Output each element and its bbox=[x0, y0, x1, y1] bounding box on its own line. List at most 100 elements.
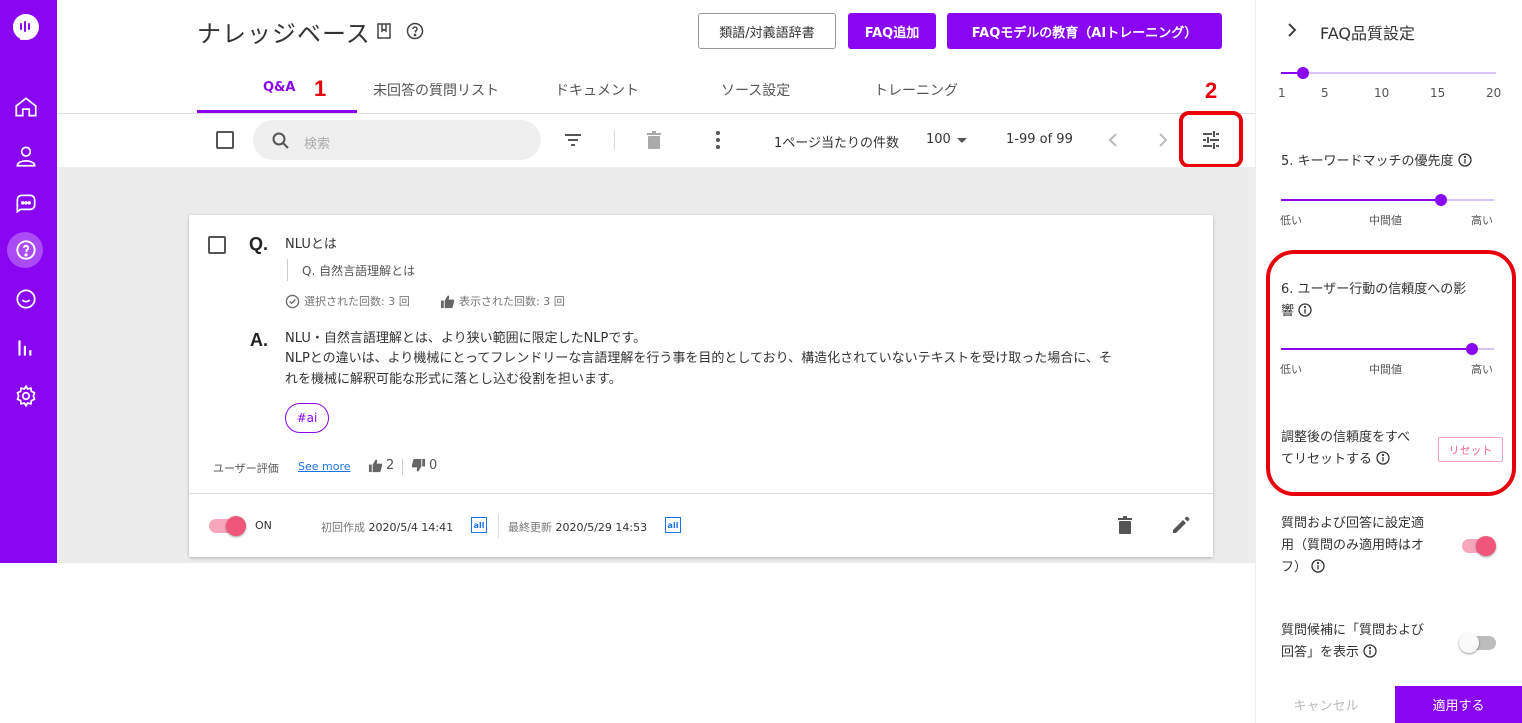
selected-count-stat: 選択された回数: 3 回 bbox=[285, 293, 410, 309]
panel-title: FAQ品質設定 bbox=[1320, 24, 1415, 43]
status-label: ON bbox=[255, 519, 272, 532]
card-delete-icon[interactable] bbox=[1114, 514, 1136, 536]
prev-page-icon[interactable] bbox=[1104, 130, 1124, 150]
answer-line-2: NLPとの違いは、より機械にとってフレンドリーな言語理解を行う事を目的としており… bbox=[285, 351, 1112, 366]
tab-training[interactable]: トレーニング bbox=[874, 80, 958, 100]
keyword-slider-track bbox=[1441, 199, 1494, 201]
cancel-button[interactable]: キャンセル bbox=[1257, 686, 1395, 723]
per-page-label: 1ページ当たりの件数 bbox=[774, 136, 900, 151]
rating-divider bbox=[402, 459, 403, 475]
annotation-2: 2 bbox=[1205, 78, 1218, 103]
thumbs-up-icon bbox=[440, 294, 455, 308]
apply-both-label-2: 用（質問のみ適用時はオ bbox=[1281, 538, 1425, 553]
card-edit-icon[interactable] bbox=[1170, 514, 1192, 536]
annotation-highlight-3 bbox=[1266, 250, 1516, 496]
high-label: 高い bbox=[1471, 214, 1493, 227]
apply-both-label-3: フ） bbox=[1281, 557, 1325, 579]
shown-count-stat: 表示された回数: 3 回 bbox=[440, 293, 565, 309]
page-title: ナレッジベース bbox=[197, 20, 371, 48]
created-meta: 初回作成 2020/5/4 14:41 bbox=[321, 519, 453, 535]
updated-label: 最終更新 bbox=[508, 521, 552, 534]
info-icon bbox=[1363, 644, 1377, 658]
check-circle-icon bbox=[285, 294, 300, 308]
tab-documents[interactable]: ドキュメント bbox=[555, 80, 639, 100]
annotation-highlight-2 bbox=[1179, 111, 1243, 168]
annotation-1: 1 bbox=[314, 76, 327, 101]
info-icon bbox=[1311, 559, 1325, 573]
low-label: 低い bbox=[1280, 214, 1302, 227]
pagination-range: 1-99 of 99 bbox=[1006, 132, 1073, 147]
top-slider-track bbox=[1303, 72, 1496, 74]
tab-qa[interactable]: Q&A bbox=[263, 80, 295, 95]
created-label: 初回作成 bbox=[321, 521, 365, 534]
see-more-link[interactable]: See more bbox=[298, 460, 351, 473]
help-icon[interactable] bbox=[406, 22, 424, 40]
chat-icon[interactable] bbox=[13, 191, 39, 217]
search-icon bbox=[271, 131, 291, 151]
conversation-icon[interactable] bbox=[13, 286, 39, 312]
show-candidates-text: 回答」を表示 bbox=[1281, 645, 1360, 660]
user-rating-label: ユーザー評価 bbox=[213, 462, 279, 475]
chevron-right-icon[interactable] bbox=[1284, 21, 1300, 39]
thumbs-up-rating: 2 bbox=[368, 458, 394, 473]
keyword-priority-text: 5. キーワードマッチの優先度 bbox=[1281, 154, 1454, 169]
created-date: 2020/5/4 14:41 bbox=[368, 521, 454, 534]
updated-all-badge: all bbox=[665, 517, 681, 533]
tick-label: 1 bbox=[1278, 86, 1286, 100]
keyword-slider-thumb[interactable] bbox=[1435, 194, 1447, 206]
faq-add-button[interactable]: FAQ追加 bbox=[848, 13, 936, 49]
faq-ai-training-button[interactable]: FAQモデルの教育（AIトレーニング） bbox=[947, 13, 1222, 49]
tick-label: 20 bbox=[1486, 86, 1502, 100]
more-options-icon[interactable] bbox=[707, 129, 729, 151]
synonym-dictionary-button[interactable]: 類語/対義語辞書 bbox=[698, 13, 836, 49]
updated-date: 2020/5/29 14:53 bbox=[555, 521, 648, 534]
answer-mark-label: A. bbox=[250, 330, 268, 350]
app-logo-icon[interactable] bbox=[11, 12, 41, 42]
user-icon[interactable] bbox=[13, 143, 39, 169]
show-candidates-label-1: 質問候補に「質問および bbox=[1281, 623, 1425, 638]
knowledge-base-icon[interactable] bbox=[13, 237, 39, 263]
bookmark-icon[interactable] bbox=[375, 22, 393, 40]
apply-both-text: フ） bbox=[1281, 560, 1308, 575]
show-candidates-label-2: 回答」を表示 bbox=[1281, 642, 1377, 664]
tick-label: 5 bbox=[1321, 86, 1329, 100]
settings-gear-icon[interactable] bbox=[13, 383, 39, 409]
apply-both-toggle-knob[interactable] bbox=[1476, 536, 1496, 556]
filter-icon[interactable] bbox=[562, 129, 584, 151]
tab-unanswered-questions[interactable]: 未回答の質問リスト bbox=[373, 80, 499, 100]
apply-both-label-1: 質問および回答に設定適 bbox=[1281, 516, 1425, 531]
thumbs-up-icon bbox=[368, 459, 383, 473]
status-toggle-knob[interactable] bbox=[226, 516, 246, 536]
alt-question: Q. 自然言語理解とは bbox=[302, 264, 416, 278]
tab-source-settings[interactable]: ソース設定 bbox=[721, 80, 790, 100]
thumbs-up-count: 2 bbox=[386, 458, 395, 473]
thumbs-down-icon bbox=[411, 458, 426, 472]
search-input[interactable] bbox=[253, 120, 541, 160]
answer-line-1: NLU・自然言語理解とは、より狭い範囲に限定したNLPです。 bbox=[285, 331, 647, 346]
question-mark-label: Q. bbox=[249, 234, 269, 254]
tag-chip[interactable]: #ai bbox=[285, 403, 329, 433]
per-page-select[interactable]: 100 bbox=[926, 132, 951, 147]
alt-question-bar bbox=[287, 259, 288, 281]
answer-line-3: れを機械に解釈可能な形式に落とし込む役割を担います。 bbox=[285, 372, 622, 387]
card-checkbox[interactable] bbox=[208, 236, 226, 254]
next-page-icon[interactable] bbox=[1152, 130, 1172, 150]
thumbs-down-count: 0 bbox=[429, 458, 438, 473]
chevron-down-icon[interactable] bbox=[953, 131, 971, 149]
home-icon[interactable] bbox=[13, 94, 39, 120]
keyword-priority-label: 5. キーワードマッチの優先度 bbox=[1281, 151, 1472, 173]
select-all-checkbox[interactable] bbox=[216, 131, 234, 149]
created-all-badge: all bbox=[471, 517, 487, 533]
updated-meta: 最終更新 2020/5/29 14:53 bbox=[508, 519, 647, 535]
show-candidates-toggle-knob[interactable] bbox=[1459, 633, 1479, 653]
meta-divider bbox=[498, 514, 499, 538]
tick-label: 15 bbox=[1430, 86, 1446, 100]
mid-label: 中間値 bbox=[1369, 214, 1402, 227]
selected-count: 選択された回数: 3 回 bbox=[304, 295, 410, 308]
apply-button[interactable]: 適用する bbox=[1395, 686, 1522, 723]
analytics-icon[interactable] bbox=[13, 335, 39, 361]
left-nav-rail bbox=[0, 0, 57, 563]
delete-icon[interactable] bbox=[643, 129, 665, 151]
question-text: NLUとは bbox=[285, 237, 337, 252]
top-slider-thumb[interactable] bbox=[1297, 67, 1309, 79]
